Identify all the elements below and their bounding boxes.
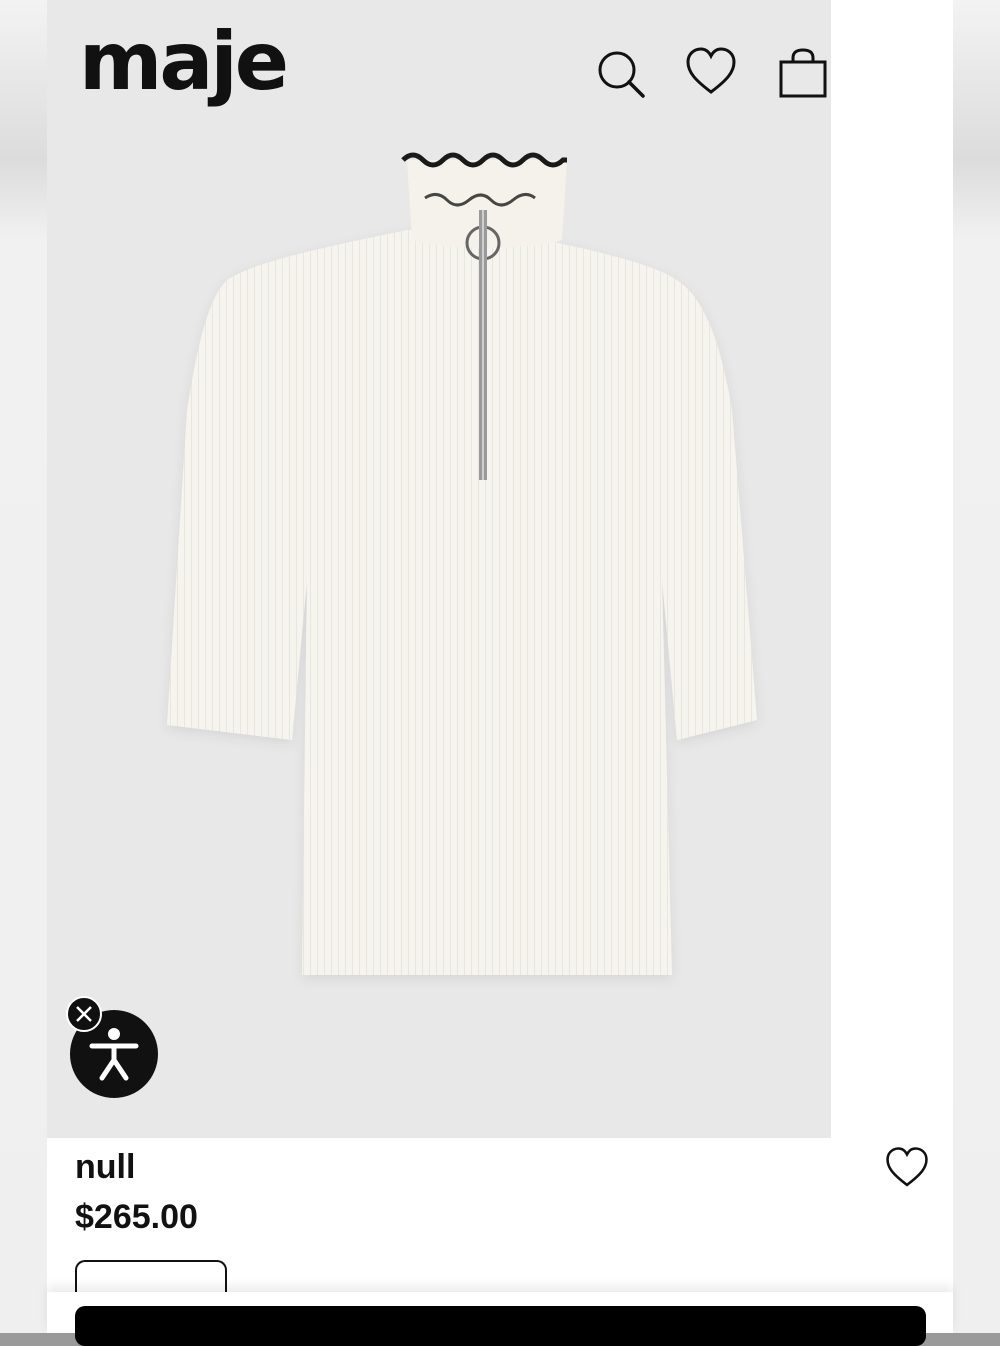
wishlist-button[interactable] bbox=[885, 1146, 929, 1190]
heart-icon[interactable] bbox=[683, 44, 739, 100]
add-to-cart-button[interactable] bbox=[75, 1306, 926, 1346]
search-icon[interactable] bbox=[593, 46, 649, 102]
brand-logo[interactable]: maje bbox=[79, 22, 289, 102]
accessibility-icon bbox=[89, 1028, 139, 1081]
close-icon bbox=[76, 1006, 92, 1022]
heart-icon bbox=[886, 1147, 928, 1187]
product-image-area: maje bbox=[47, 0, 831, 1138]
product-page: maje null $265.00 bbox=[47, 0, 953, 1346]
product-price: $265.00 bbox=[75, 1198, 198, 1236]
product-image bbox=[167, 152, 757, 975]
product-name: null bbox=[75, 1148, 136, 1186]
shopping-bag-icon[interactable] bbox=[775, 46, 831, 102]
accessibility-close-button[interactable] bbox=[66, 996, 102, 1032]
